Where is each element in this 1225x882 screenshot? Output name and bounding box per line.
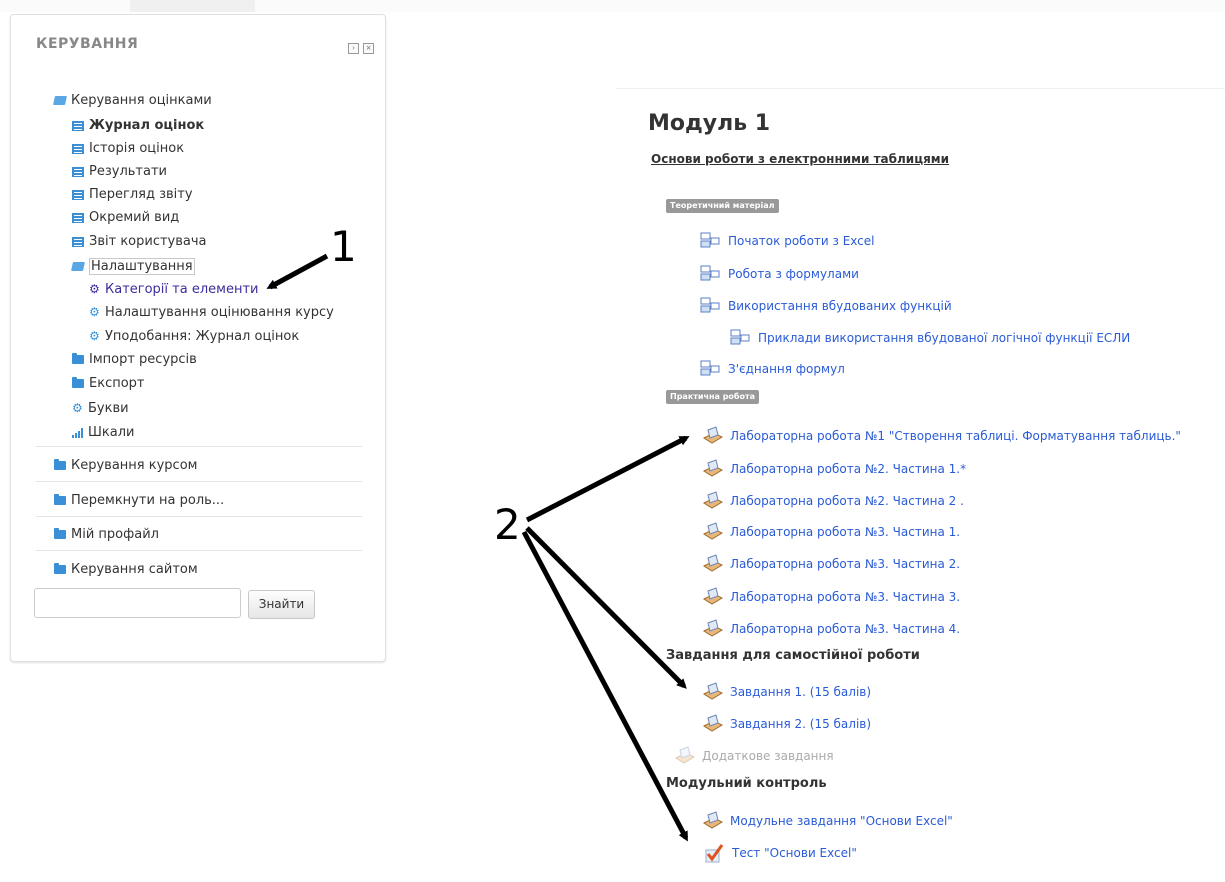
arrow-2c bbox=[521, 530, 689, 842]
arrow-2b bbox=[525, 526, 687, 689]
arrow-2a bbox=[525, 435, 690, 523]
arrow-1 bbox=[266, 253, 329, 290]
annotation-arrows bbox=[266, 253, 690, 842]
